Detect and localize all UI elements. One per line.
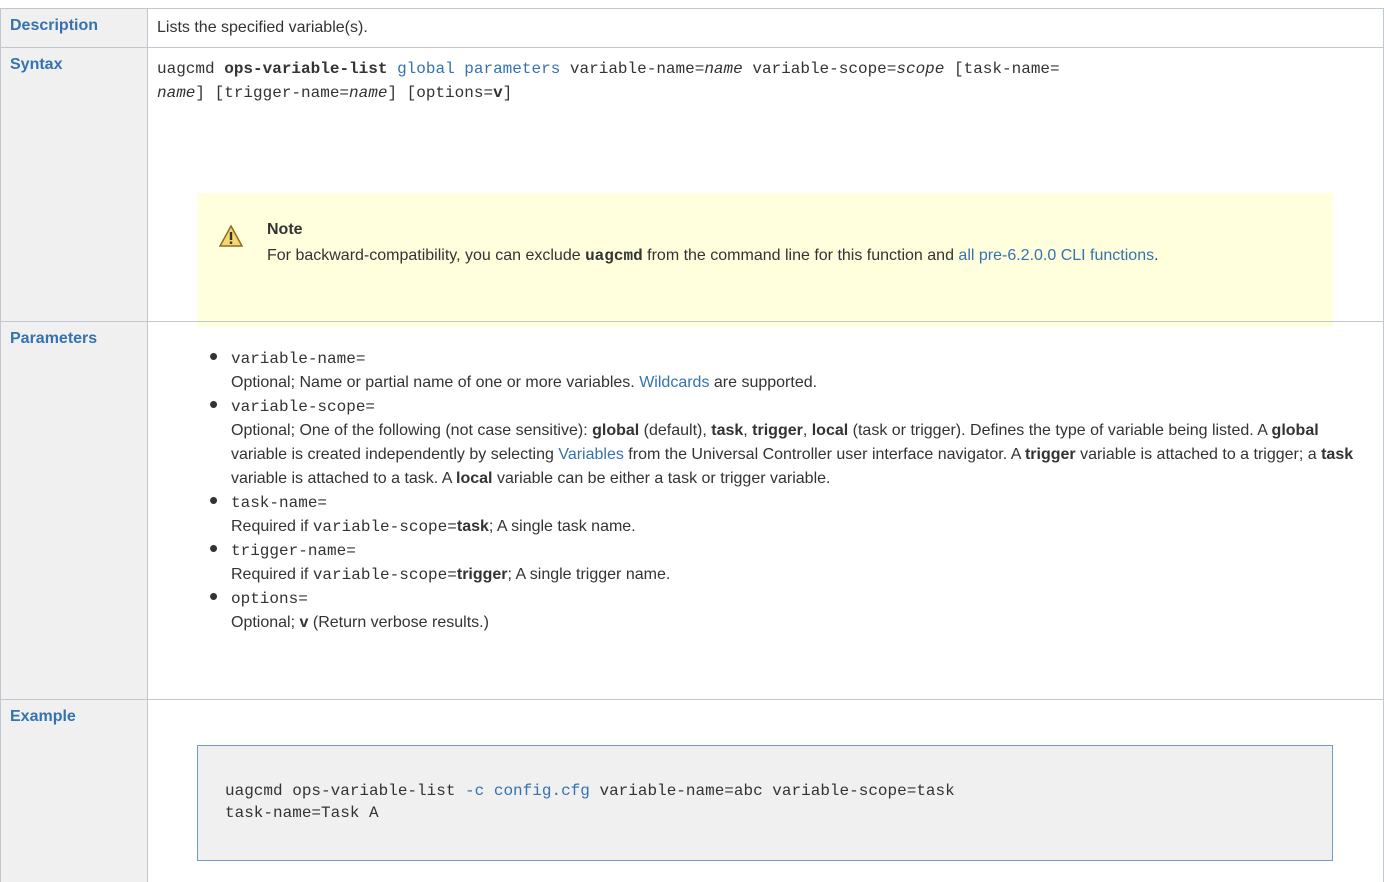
parameter-list: variable-name= Optional; Name or partial…: [148, 344, 1361, 635]
syntax-param: variable-name=: [569, 60, 705, 78]
syntax-value: scope: [896, 60, 945, 78]
note-text: .: [1154, 247, 1159, 264]
keyword: trigger: [1024, 446, 1076, 463]
note-code: uagcmd: [585, 247, 643, 265]
param-description: ; A single trigger name.: [507, 566, 671, 583]
param-code: variable-scope=: [312, 518, 457, 536]
syntax-value: name: [157, 84, 196, 102]
parameters-label: Parameters: [10, 330, 98, 347]
global-parameters-link[interactable]: global parameters: [397, 60, 560, 78]
param-name: task-name=: [231, 494, 328, 512]
example-row: Example uagcmd ops-variable-list -c conf…: [0, 699, 1384, 882]
param-description: (default),: [643, 422, 707, 439]
cli-functions-link[interactable]: all pre-6.2.0.0 CLI functions: [958, 247, 1154, 264]
keyword: task: [1321, 446, 1354, 463]
code-option: -c config.cfg: [465, 782, 590, 800]
code-block: uagcmd ops-variable-list -c config.cfg v…: [197, 745, 1333, 861]
variables-link[interactable]: Variables: [558, 446, 624, 463]
example-label: Example: [10, 708, 76, 725]
row-header: Description: [0, 8, 148, 48]
keyword: v: [299, 614, 309, 631]
param-description: Optional; Name or partial name of one or…: [231, 374, 635, 391]
syntax-param: ] [trigger-name=: [195, 84, 350, 102]
keyword: local: [811, 422, 849, 439]
syntax-cmd: uagcmd: [157, 60, 215, 78]
param-description: variable is attached to a task. A: [231, 470, 452, 487]
syntax-function: ops-variable-list: [224, 60, 388, 78]
keyword: trigger: [456, 566, 508, 583]
syntax-value: v: [493, 84, 503, 102]
syntax-value: name: [704, 60, 743, 78]
description-label: Description: [10, 17, 99, 34]
param-description: Required if: [231, 566, 309, 583]
note-title: Note: [267, 221, 303, 238]
row-header: Syntax: [0, 47, 148, 322]
param-name: trigger-name=: [231, 542, 356, 560]
parameters-row: Parameters variable-name= Optional; Name…: [0, 321, 1384, 700]
description-text: Lists the specified variable(s).: [157, 19, 368, 36]
syntax-param: ] [options=: [387, 84, 494, 102]
code-text: uagcmd ops-variable-list -c config.cfg v…: [225, 780, 955, 824]
param-description: Optional;: [231, 614, 296, 631]
row-content: Lists the specified variable(s).: [147, 8, 1384, 48]
param-code: variable-scope=: [312, 566, 457, 584]
syntax-value: name: [349, 84, 388, 102]
param-description: (task or trigger). Defines the type of v…: [852, 422, 1268, 439]
warning-icon: [218, 224, 244, 247]
syntax-line: uagcmd ops-variable-list global paramete…: [157, 57, 1367, 105]
param-description: (Return verbose results.): [312, 614, 489, 631]
wildcards-link[interactable]: Wildcards: [639, 374, 709, 391]
row-content: uagcmd ops-variable-list global paramete…: [147, 47, 1384, 327]
list-item: options= Optional; v (Return verbose res…: [209, 584, 1361, 635]
syntax-label: Syntax: [10, 56, 63, 73]
keyword: local: [456, 470, 493, 487]
keyword: task: [711, 422, 744, 439]
param-description: ; A single task name.: [488, 518, 636, 535]
keyword: global: [592, 422, 640, 439]
code-segment: uagcmd ops-variable-list: [225, 782, 466, 800]
keyword: trigger: [752, 422, 803, 439]
note-panel: Note For backward-compatibility, you can…: [198, 193, 1333, 327]
syntax-param: variable-scope=: [752, 60, 897, 78]
row-content: variable-name= Optional; Name or partial…: [147, 321, 1384, 700]
param-name: options=: [231, 590, 308, 608]
param-description: variable is created independently by sel…: [231, 446, 554, 463]
note-text: For backward-compatibility, you can excl…: [267, 247, 581, 264]
param-description: Optional; One of the following (not case…: [231, 422, 588, 439]
description-row: Description Lists the specified variable…: [0, 8, 1384, 48]
row-header: Parameters: [0, 321, 148, 700]
row-content: uagcmd ops-variable-list -c config.cfg v…: [147, 699, 1384, 882]
note-body: For backward-compatibility, you can excl…: [267, 244, 1267, 268]
param-description: Required if: [231, 518, 309, 535]
list-item: variable-name= Optional; Name or partial…: [209, 344, 1361, 395]
note-text: from the command line for this function …: [647, 247, 954, 264]
param-name: variable-scope=: [231, 398, 376, 416]
syntax-row: Syntax uagcmd ops-variable-list global p…: [0, 47, 1384, 327]
row-header: Example: [0, 699, 148, 882]
param-name: variable-name=: [231, 350, 366, 368]
code-segment: variable-name=abc variable-scope=task: [589, 782, 955, 800]
list-item: task-name= Required if variable-scope=ta…: [209, 488, 1361, 539]
list-item: trigger-name= Required if variable-scope…: [209, 536, 1361, 587]
list-item: variable-scope= Optional; One of the fol…: [209, 392, 1361, 491]
param-description: are supported.: [713, 374, 818, 391]
param-description: variable is attached to a trigger; a: [1080, 446, 1317, 463]
code-segment: task-name=Task A: [225, 804, 379, 822]
param-description: variable can be either a task or trigger…: [496, 470, 831, 487]
keyword: global: [1271, 422, 1319, 439]
keyword: task: [456, 518, 489, 535]
syntax-param: [task-name=: [954, 60, 1060, 78]
param-description: from the Universal Controller user inter…: [628, 446, 1021, 463]
syntax-param: ]: [502, 84, 513, 102]
